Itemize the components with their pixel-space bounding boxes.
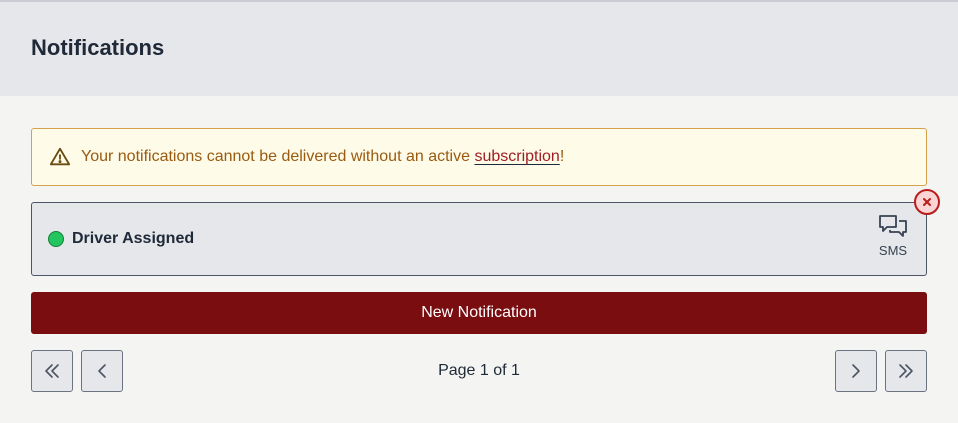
- warning-triangle-icon: [49, 146, 71, 168]
- subscription-warning-banner: Your notifications cannot be delivered w…: [31, 128, 927, 186]
- page-header: Notifications: [0, 2, 958, 96]
- warning-message: Your notifications cannot be delivered w…: [81, 148, 564, 166]
- channel-label: SMS: [878, 243, 908, 258]
- subscription-link[interactable]: subscription: [474, 148, 559, 165]
- chat-bubbles-icon: [879, 215, 907, 237]
- delete-notification-button[interactable]: [914, 189, 940, 215]
- channel-sms: SMS: [876, 213, 910, 269]
- chevrons-right-icon: [899, 364, 913, 378]
- status-indicator: [48, 231, 64, 247]
- next-page-button[interactable]: [835, 350, 877, 392]
- close-icon: [923, 198, 931, 206]
- new-notification-button[interactable]: New Notification: [31, 292, 927, 334]
- notification-card[interactable]: Driver Assigned SMS: [31, 202, 927, 276]
- notification-title: Driver Assigned: [72, 230, 195, 247]
- page-indicator: Page 1 of 1: [438, 362, 520, 379]
- chevron-right-icon: [852, 364, 860, 378]
- page-title: Notifications: [31, 35, 165, 60]
- warning-text-end: !: [559, 148, 565, 165]
- warning-text: Your notifications cannot be delivered w…: [81, 148, 475, 165]
- last-page-button[interactable]: [885, 350, 927, 392]
